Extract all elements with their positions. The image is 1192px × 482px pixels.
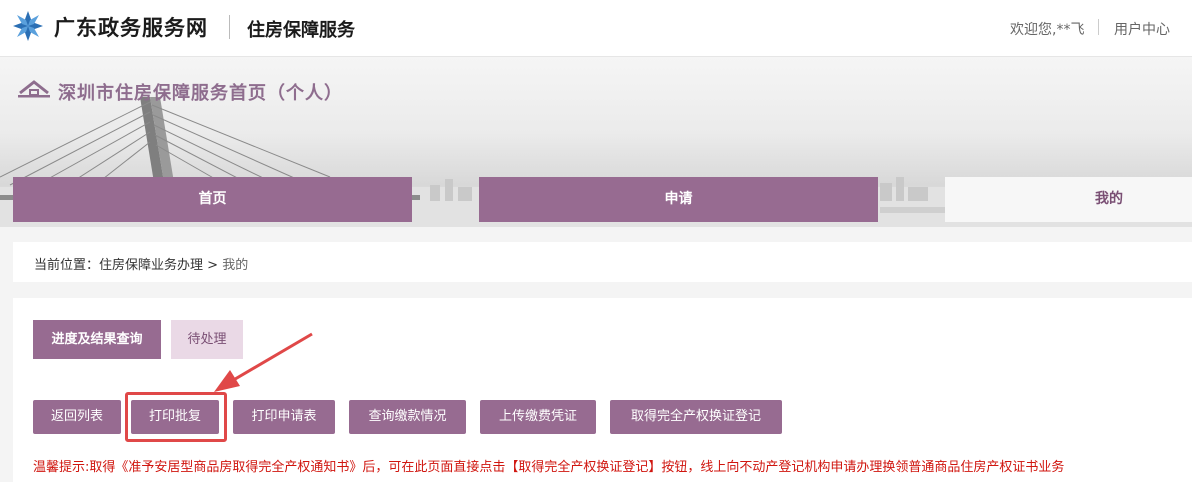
breadcrumb-current: 我的 xyxy=(222,258,249,273)
welcome-text: 欢迎您,**飞 xyxy=(1010,22,1085,38)
breadcrumb-prefix[interactable]: 当前位置：住房保障业务办理 xyxy=(34,258,203,273)
tab-apply[interactable]: 申请 xyxy=(479,177,878,222)
subtab-progress-query[interactable]: 进度及结果查询 xyxy=(33,320,161,359)
brand-title[interactable]: 广东政务服务网 xyxy=(54,12,208,42)
top-header: 广东政务服务网 住房保障服务 欢迎您,**飞 用户中心 xyxy=(0,0,1192,57)
user-center-link[interactable]: 用户中心 xyxy=(1114,19,1170,39)
print-application-button[interactable]: 打印申请表 xyxy=(233,400,335,434)
query-payment-button[interactable]: 查询缴款情况 xyxy=(349,400,466,434)
tab-home[interactable]: 首页 xyxy=(13,177,412,222)
breadcrumb: 当前位置：住房保障业务办理 > 我的 xyxy=(13,242,1192,282)
tab-mine[interactable]: 我的 xyxy=(945,177,1192,222)
upload-payment-proof-button[interactable]: 上传缴费凭证 xyxy=(480,400,596,434)
main-content: 进度及结果查询 待处理 返回列表 打印批复 打印申请表 查询缴款情况 上传缴费凭… xyxy=(13,298,1192,482)
logo-icon xyxy=(13,11,43,41)
page-title: 深圳市住房保障服务首页（个人） xyxy=(58,83,343,104)
divider xyxy=(229,15,230,39)
tip-text: 温馨提示:取得《准予安居型商品房取得完全产权通知书》后，可在此页面直接点击【取得… xyxy=(33,460,1065,475)
breadcrumb-text: 当前位置：住房保障业务办理 > 我的 xyxy=(34,254,248,273)
annotation-arrow-icon xyxy=(214,332,313,392)
full-title-registration-button[interactable]: 取得完全产权换证登记 xyxy=(610,400,782,434)
divider xyxy=(1098,19,1099,35)
breadcrumb-separator: > xyxy=(207,258,219,273)
service-title[interactable]: 住房保障服务 xyxy=(247,16,355,42)
back-to-list-button[interactable]: 返回列表 xyxy=(33,400,121,434)
home-icon xyxy=(18,80,50,98)
